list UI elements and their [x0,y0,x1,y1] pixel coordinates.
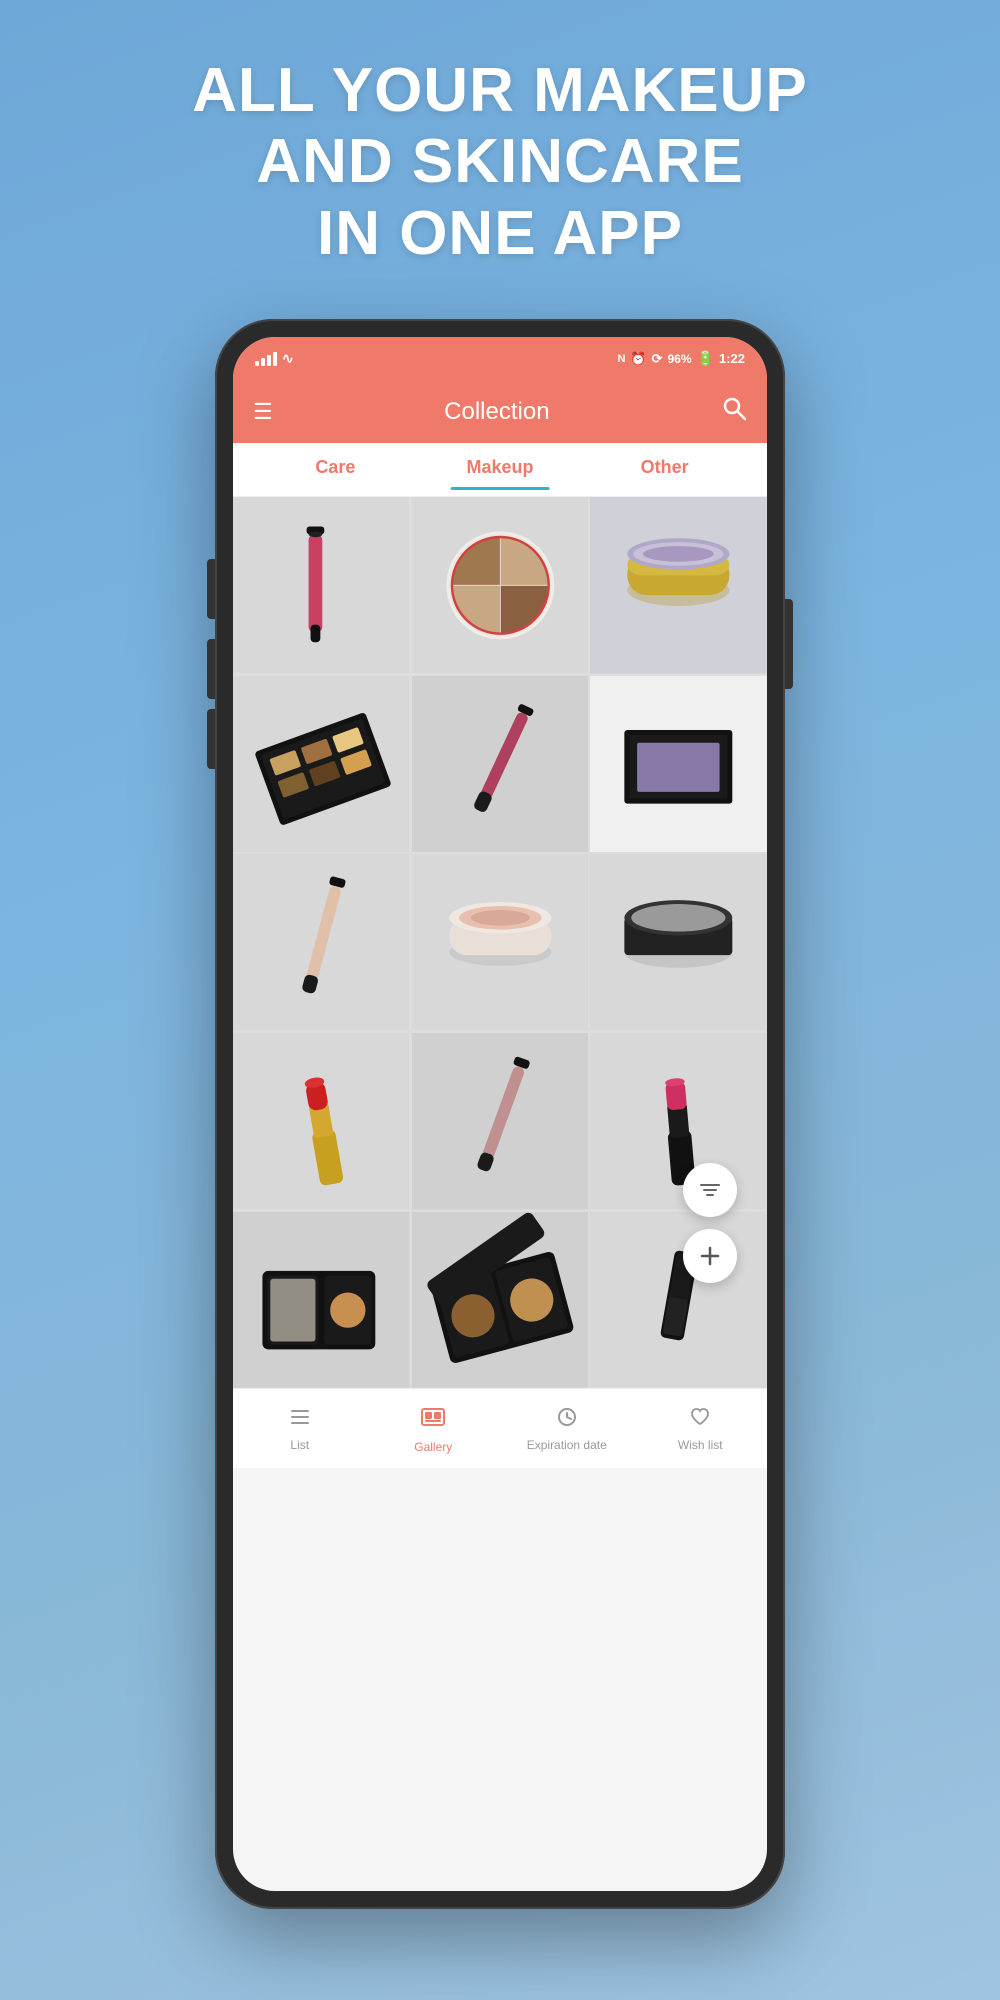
wifi-icon: ∿ [282,350,294,367]
time-display: 1:22 [719,351,745,366]
list-icon [289,1406,311,1434]
header-title: Collection [444,398,549,426]
add-fab-button[interactable] [683,1229,737,1283]
tab-makeup[interactable]: Makeup [418,457,583,482]
grid-item-15[interactable] [590,1212,767,1389]
battery-percent: 96% [668,352,692,366]
nav-wishlist-label: Wish list [678,1438,723,1452]
grid-item-12[interactable] [590,1033,767,1210]
hero-line1: ALL YOUR MAKEUP [192,55,808,126]
grid-item-13[interactable] [233,1212,410,1389]
rotate-icon: ⟳ [652,351,663,367]
status-bar: ∿ N ⏰ ⟳ 96% 🔋 1:22 [233,337,767,381]
app-header: ☰ Collection [233,381,767,443]
grid-item-14[interactable] [412,1212,589,1389]
nfc-icon: N [617,353,625,365]
grid-item-10[interactable] [233,1033,410,1210]
tabs-bar: Care Makeup Other [233,443,767,497]
heart-icon [689,1406,711,1434]
grid-item-11[interactable] [412,1033,589,1210]
bottom-nav: List Gallery [233,1388,767,1468]
grid-item-8[interactable] [412,854,589,1031]
nav-gallery[interactable]: Gallery [367,1404,501,1454]
nav-list-label: List [290,1438,309,1452]
nav-wishlist[interactable]: Wish list [634,1406,768,1452]
hero-line2: AND SKINCARE [192,126,808,197]
grid-item-5[interactable] [412,676,589,853]
battery-icon: 🔋 [697,350,714,367]
gallery-icon [420,1404,446,1436]
alarm-icon: ⏰ [630,351,646,367]
nav-expiration-label: Expiration date [527,1438,607,1452]
fab-container [683,1163,737,1283]
hero-line3: IN ONE APP [192,198,808,269]
search-button[interactable] [721,395,747,428]
tab-care[interactable]: Care [253,457,418,482]
menu-button[interactable]: ☰ [253,399,273,425]
nav-list[interactable]: List [233,1406,367,1452]
grid-item-9[interactable] [590,854,767,1031]
grid-item-2[interactable] [412,497,589,674]
filter-fab-button[interactable] [683,1163,737,1217]
nav-gallery-label: Gallery [414,1440,452,1454]
grid-item-1[interactable] [233,497,410,674]
hero-section: ALL YOUR MAKEUP AND SKINCARE IN ONE APP [192,55,808,269]
grid-item-6[interactable] [590,676,767,853]
phone-wrapper: ∿ N ⏰ ⟳ 96% 🔋 1:22 ☰ Collection [215,319,785,1909]
nav-expiration[interactable]: Expiration date [500,1406,634,1452]
tab-other[interactable]: Other [582,457,747,482]
grid-item-4[interactable] [233,676,410,853]
content-area [233,497,767,1388]
phone-screen: ∿ N ⏰ ⟳ 96% 🔋 1:22 ☰ Collection [233,337,767,1891]
grid-item-3[interactable] [590,497,767,674]
grid-item-7[interactable] [233,854,410,1031]
signal-icon [255,352,277,366]
clock-icon [556,1406,578,1434]
